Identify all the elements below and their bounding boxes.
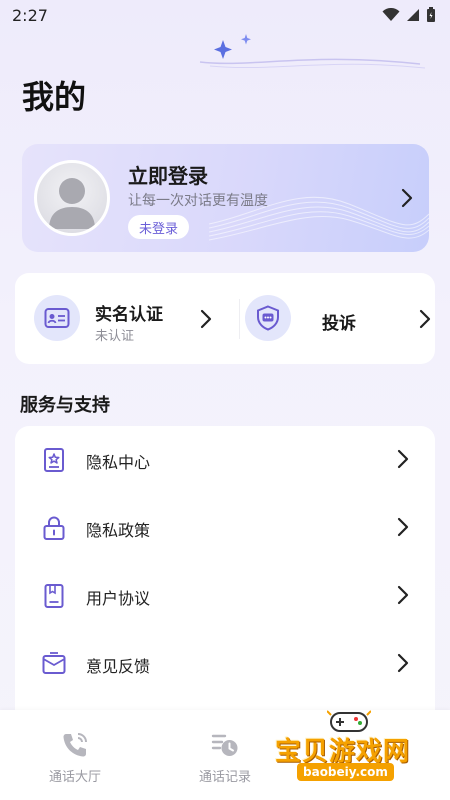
document-icon bbox=[44, 584, 64, 608]
chevron-right-icon bbox=[397, 517, 409, 537]
chevron-right-icon bbox=[397, 449, 409, 469]
menu-item-user-agreement[interactable]: 用户协议 bbox=[15, 562, 435, 630]
section-title: 服务与支持 bbox=[20, 395, 110, 416]
complaint-title: 投诉 bbox=[322, 314, 356, 334]
avatar[interactable] bbox=[34, 160, 110, 236]
watermark-url: baobeiy.com bbox=[297, 763, 394, 781]
lock-icon bbox=[43, 516, 65, 540]
menu-item-label: 隐私中心 bbox=[86, 453, 151, 472]
services-menu: 隐私中心 隐私政策 用户协议 意见反馈 bbox=[15, 426, 435, 726]
verify-entry[interactable]: 实名认证 未认证 bbox=[15, 273, 237, 364]
quick-actions-card: 实名认证 未认证 投诉 bbox=[15, 273, 435, 364]
menu-item-label: 意见反馈 bbox=[86, 657, 151, 676]
menu-item-label: 隐私政策 bbox=[86, 521, 151, 540]
complaint-shield-icon bbox=[245, 295, 291, 341]
menu-item-feedback[interactable]: 意见反馈 bbox=[15, 630, 435, 698]
chevron-right-icon bbox=[397, 585, 409, 605]
phone-icon bbox=[63, 733, 87, 757]
battery-icon bbox=[427, 7, 435, 22]
verify-status: 未认证 bbox=[95, 329, 135, 344]
status-bar: 2:27 bbox=[0, 0, 450, 30]
user-silhouette-icon bbox=[49, 178, 95, 229]
sparkle-decoration bbox=[199, 34, 426, 69]
login-subtitle: 让每一次对话更有温度 bbox=[128, 193, 268, 209]
feedback-icon bbox=[42, 652, 66, 674]
menu-item-privacy-policy[interactable]: 隐私政策 bbox=[15, 494, 435, 562]
complaint-entry[interactable]: 投诉 bbox=[240, 273, 435, 364]
login-status-badge: 未登录 bbox=[128, 215, 190, 239]
nav-item-call-hall[interactable]: 通话大厅 bbox=[0, 710, 150, 800]
watermark-logo: 宝贝游戏网 baobeiy.com bbox=[275, 705, 450, 795]
privacy-center-icon bbox=[44, 448, 64, 472]
chevron-right-icon bbox=[397, 653, 409, 673]
login-card[interactable]: 立即登录 让每一次对话更有温度 未登录 bbox=[22, 144, 429, 252]
menu-item-label: 用户协议 bbox=[86, 589, 151, 608]
status-time: 2:27 bbox=[12, 5, 48, 25]
wifi-icon bbox=[382, 8, 400, 21]
status-icons bbox=[382, 7, 436, 23]
id-card-icon bbox=[34, 295, 80, 341]
verify-title: 实名认证 bbox=[95, 305, 163, 325]
nav-label: 通话大厅 bbox=[48, 770, 101, 785]
signal-icon bbox=[407, 9, 419, 21]
menu-item-privacy-center[interactable]: 隐私中心 bbox=[15, 426, 435, 494]
chevron-right-icon[interactable] bbox=[401, 188, 413, 208]
chevron-right-icon bbox=[200, 309, 212, 329]
call-log-icon bbox=[211, 734, 238, 756]
page-title: 我的 bbox=[22, 78, 87, 116]
chevron-right-icon bbox=[419, 309, 431, 329]
login-title[interactable]: 立即登录 bbox=[128, 160, 208, 189]
